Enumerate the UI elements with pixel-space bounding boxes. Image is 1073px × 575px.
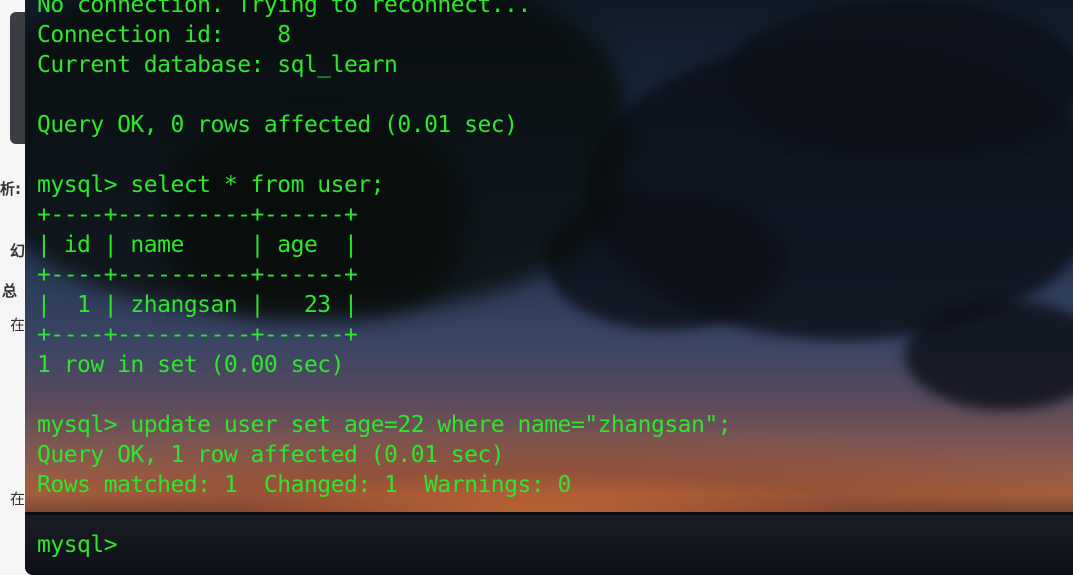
terminal-line: Connection id: 8 <box>37 22 291 48</box>
terminal-line: Current database: sql_learn <box>37 52 398 78</box>
terminal-line: +----+----------+------+ <box>37 322 358 348</box>
terminal-line: Query OK, 1 row affected (0.01 sec) <box>37 442 505 468</box>
terminal-prompt[interactable]: mysql> <box>37 530 731 560</box>
cloud-shape <box>725 0 1073 160</box>
mysql-terminal-window[interactable]: No connection. Trying to reconnect... Con… <box>25 0 1073 575</box>
background-label-5: 在 <box>10 490 26 508</box>
background-label-2: 幻 <box>10 242 26 260</box>
background-label-3: 总 <box>2 282 18 300</box>
terminal-line: 1 row in set (0.00 sec) <box>37 352 345 378</box>
terminal-line: | id | name | age | <box>37 232 358 258</box>
background-label-1: 析: <box>0 180 21 198</box>
terminal-line: mysql> update user set age=22 where name… <box>37 412 732 438</box>
terminal-line: +----+----------+------+ <box>37 202 358 228</box>
terminal-line: +----+----------+------+ <box>37 262 358 288</box>
terminal-line: Rows matched: 1 Changed: 1 Warnings: 0 <box>37 472 571 498</box>
background-label-4: 在 <box>10 316 26 334</box>
terminal-output[interactable]: No connection. Trying to reconnect... Con… <box>37 0 732 560</box>
terminal-line: No connection. Trying to reconnect... <box>37 0 531 18</box>
terminal-line: Query OK, 0 rows affected (0.01 sec) <box>37 112 518 138</box>
terminal-line: mysql> select * from user; <box>37 172 385 198</box>
terminal-line: | 1 | zhangsan | 23 | <box>37 292 358 318</box>
